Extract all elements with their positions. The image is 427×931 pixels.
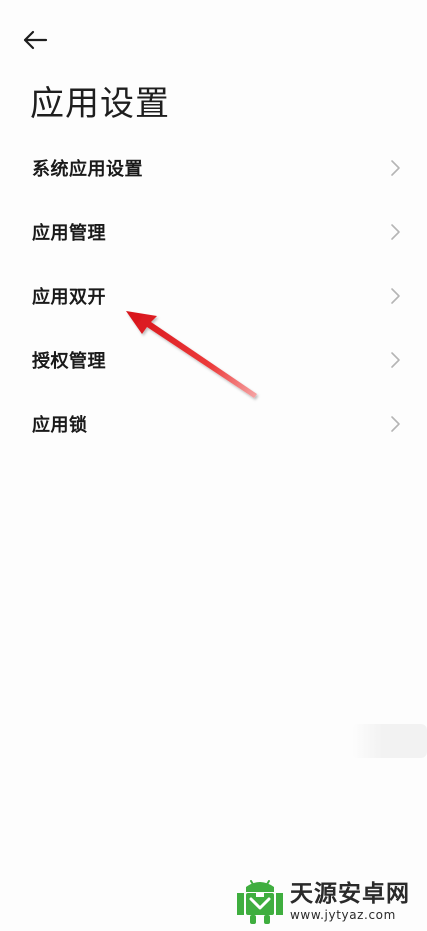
back-button[interactable] bbox=[22, 24, 66, 56]
menu-item-label: 系统应用设置 bbox=[32, 159, 143, 180]
settings-menu: 系统应用设置 应用管理 应用双开 授权管理 应用锁 bbox=[0, 136, 427, 456]
watermark-text: 天源安卓网 www.jytyaz.com bbox=[290, 881, 410, 922]
watermark-url: www.jytyaz.com bbox=[290, 908, 396, 922]
menu-item-system-app-settings[interactable]: 系统应用设置 bbox=[0, 136, 427, 200]
background-smudge bbox=[352, 724, 427, 758]
site-watermark: 天源安卓网 www.jytyaz.com bbox=[234, 878, 424, 926]
watermark-name: 天源安卓网 bbox=[290, 881, 410, 907]
menu-item-dual-apps[interactable]: 应用双开 bbox=[0, 264, 427, 328]
chevron-right-icon bbox=[391, 352, 400, 368]
menu-item-app-management[interactable]: 应用管理 bbox=[0, 200, 427, 264]
chevron-right-icon bbox=[391, 160, 400, 176]
menu-item-label: 授权管理 bbox=[32, 351, 106, 372]
page-title: 应用设置 bbox=[30, 84, 170, 124]
android-robot-logo bbox=[237, 880, 283, 924]
app-settings-screen: 应用设置 系统应用设置 应用管理 应用双开 授权管理 应用锁 天源安卓网 www… bbox=[0, 0, 427, 931]
chevron-right-icon bbox=[391, 288, 400, 304]
menu-item-label: 应用双开 bbox=[32, 287, 106, 308]
menu-item-permissions[interactable]: 授权管理 bbox=[0, 328, 427, 392]
menu-item-label: 应用管理 bbox=[32, 223, 106, 244]
chevron-right-icon bbox=[391, 416, 400, 432]
arrow-left-icon bbox=[23, 30, 48, 50]
chevron-right-icon bbox=[391, 224, 400, 240]
menu-item-label: 应用锁 bbox=[32, 415, 88, 436]
menu-item-app-lock[interactable]: 应用锁 bbox=[0, 392, 427, 456]
